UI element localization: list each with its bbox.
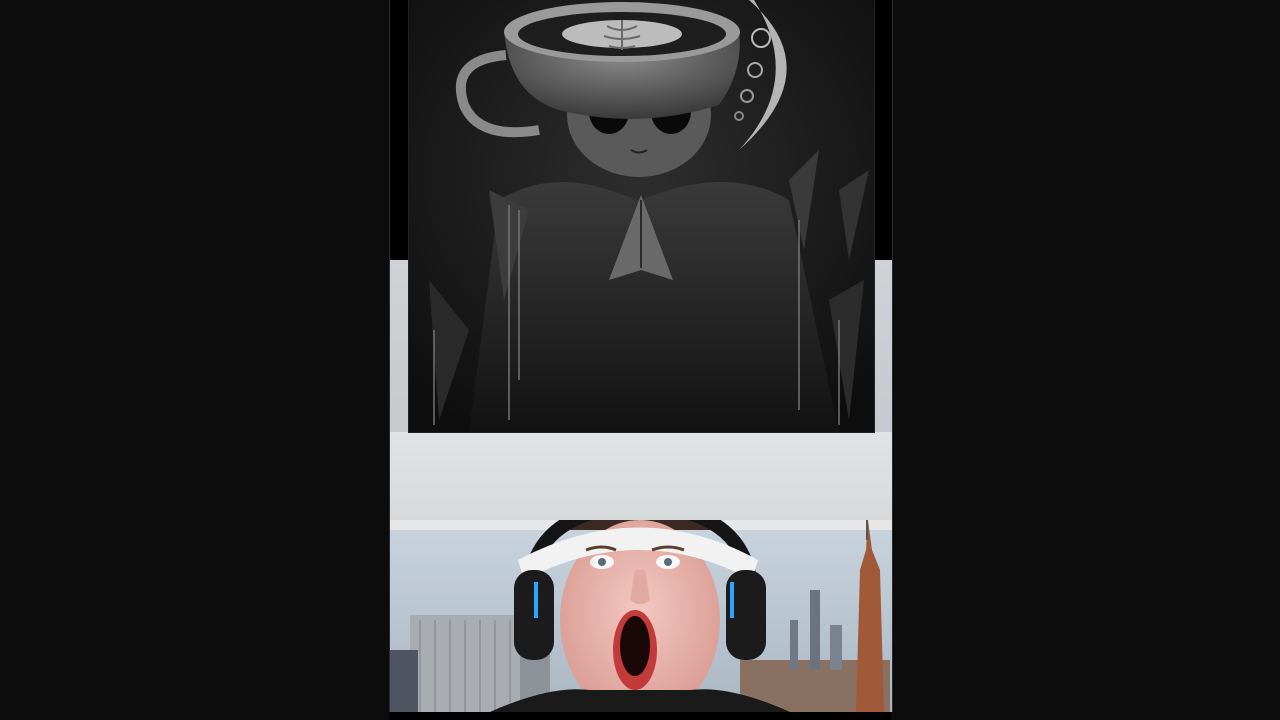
webcam-feed xyxy=(390,520,892,712)
room-ceiling xyxy=(390,432,892,524)
bottom-bar xyxy=(389,712,891,720)
artwork-illustration xyxy=(409,0,874,432)
artwork-image xyxy=(409,0,874,432)
stream-video-frame xyxy=(389,0,893,712)
webcam-scene xyxy=(390,520,892,712)
